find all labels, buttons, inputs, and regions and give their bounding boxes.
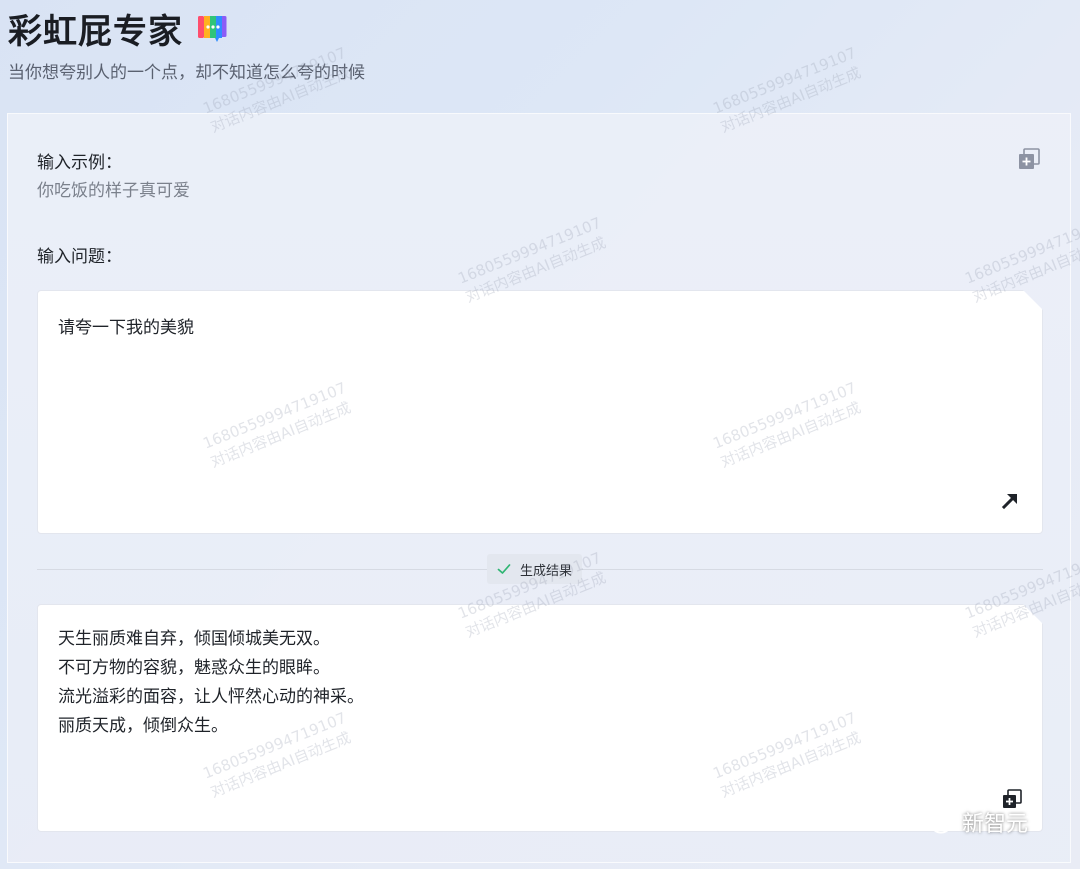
- wechat-icon: [919, 810, 951, 834]
- result-output: 天生丽质难自弃，倾国倾城美无双。 不可方物的容貌，魅惑众生的眼眸。 流光溢彩的面…: [37, 604, 1043, 832]
- question-input-text[interactable]: 请夸一下我的美貌: [58, 313, 194, 338]
- result-line: 天生丽质难自弃，倾国倾城美无双。: [58, 629, 330, 649]
- result-line: 流光溢彩的面容，让人怦然心动的神采。: [58, 687, 364, 707]
- add-copy-icon[interactable]: [1018, 148, 1040, 170]
- result-badge-label: 生成结果: [520, 563, 573, 579]
- result-badge: 生成结果: [487, 554, 583, 584]
- arrow-up-right-icon[interactable]: [1000, 491, 1020, 511]
- rainbow-chat-icon: [198, 16, 227, 42]
- brand-logo: 新智元: [918, 806, 1028, 838]
- header: 彩虹屁专家: [8, 6, 227, 52]
- question-label: 输入问题：: [37, 247, 122, 267]
- question-input[interactable]: 请夸一下我的美貌: [37, 290, 1043, 534]
- watermark-id: 1680559994719107: [710, 43, 859, 118]
- example-text: 你吃饭的样子真可爱: [37, 181, 190, 201]
- example-label: 输入示例：: [37, 153, 122, 173]
- result-text: 天生丽质难自弃，倾国倾城美无双。 不可方物的容貌，魅惑众生的眼眸。 流光溢彩的面…: [58, 625, 364, 741]
- result-divider: 生成结果: [37, 554, 1043, 584]
- brand-name: 新智元: [962, 812, 1029, 837]
- result-line: 不可方物的容貌，魅惑众生的眼眸。: [58, 658, 330, 678]
- check-icon: [497, 564, 511, 574]
- main-panel: 输入示例： 你吃饭的样子真可爱 输入问题： 请夸一下我的美貌 生成结果 天生丽质…: [7, 113, 1071, 863]
- app-title: 彩虹屁专家: [8, 11, 183, 52]
- result-line: 丽质天成，倾倒众生。: [58, 716, 228, 736]
- app-subtitle: 当你想夸别人的一个点，却不知道怎么夸的时候: [8, 63, 365, 83]
